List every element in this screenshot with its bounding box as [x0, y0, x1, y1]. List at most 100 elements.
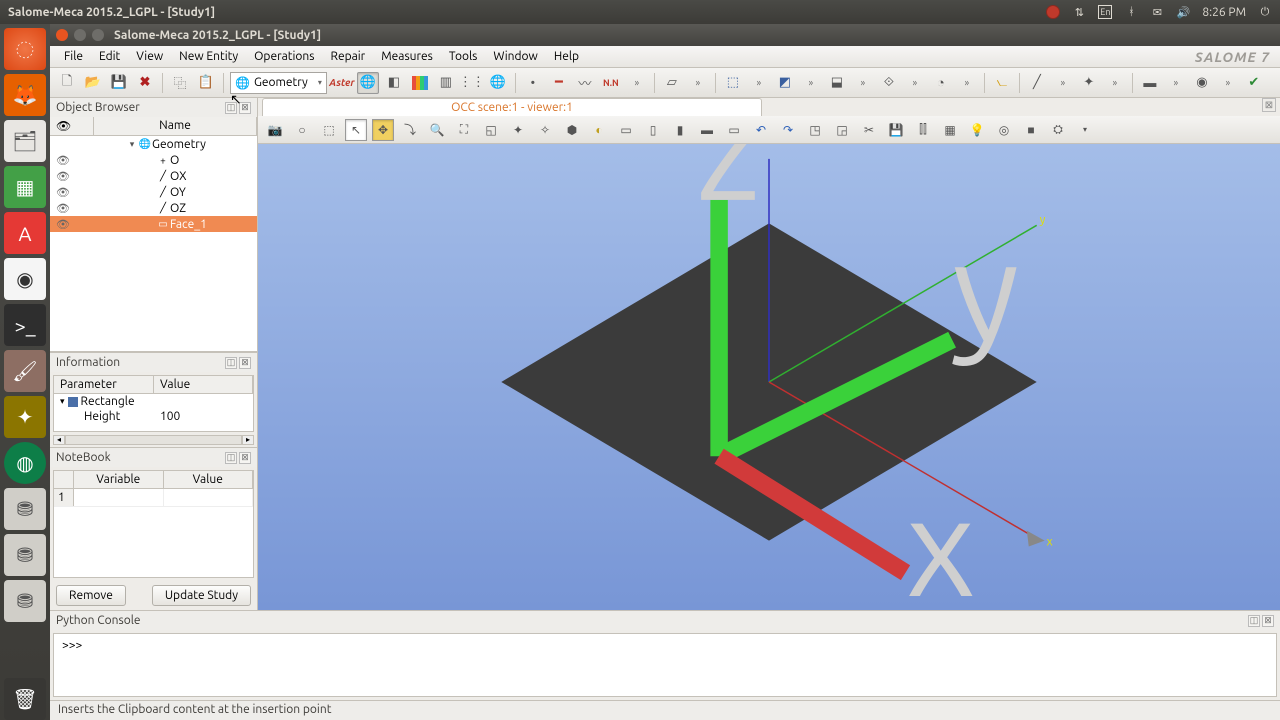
clipping-icon[interactable]: ✂ [858, 119, 880, 141]
module-color-icon[interactable] [409, 72, 431, 94]
fit-all-icon[interactable]: ⛶ [453, 119, 475, 141]
tree-item-ox[interactable]: 👁 ╱ OX [50, 168, 257, 184]
tree-item-oy[interactable]: 👁 ╱ OY [50, 184, 257, 200]
volume-icon[interactable]: 🔊 [1176, 5, 1190, 19]
menu-measures[interactable]: Measures [373, 48, 441, 65]
session-icon[interactable]: ⏻ [1258, 5, 1272, 19]
menu-help[interactable]: Help [546, 48, 587, 65]
plane-icon[interactable]: ▱ [661, 72, 683, 94]
menu-repair[interactable]: Repair [323, 48, 374, 65]
menu-new-entity[interactable]: New Entity [171, 48, 246, 65]
globe-icon[interactable]: ◉ [1191, 72, 1213, 94]
ob-tree[interactable]: ▾ 🌐 Geometry 👁 + O 👁 ╱ OX [50, 136, 257, 351]
global-pan-icon[interactable]: ✦ [507, 119, 529, 141]
rotate-cw-icon[interactable]: ↷ [777, 119, 799, 141]
module-icon-5[interactable]: 🌐 [487, 72, 509, 94]
open-icon[interactable]: 📂 [82, 72, 104, 94]
geometry-module-icon[interactable]: 🌐 [357, 72, 379, 94]
bluetooth-icon[interactable]: ᚼ [1124, 5, 1138, 19]
menu-operations[interactable]: Operations [246, 48, 322, 65]
check-icon[interactable]: ✔ [1243, 72, 1265, 94]
nb-variable-cell[interactable] [74, 489, 164, 506]
chrome-icon[interactable]: ◉ [4, 258, 46, 300]
info-pin-icon[interactable]: ◫ [225, 357, 237, 369]
view-right-icon[interactable]: ▮ [669, 119, 691, 141]
window-close-button[interactable] [56, 29, 68, 41]
curve-icon[interactable]: 〰 [574, 72, 596, 94]
nb-close-icon[interactable]: ⊠ [239, 452, 251, 464]
console-close-icon[interactable]: ⊠ [1262, 615, 1274, 627]
module-icon-3[interactable]: ▥ [435, 72, 457, 94]
gimp-icon[interactable]: 🖌 [4, 350, 46, 392]
zoom-icon[interactable]: 🔍 [426, 119, 448, 141]
rotate-ccw-icon[interactable]: ↶ [750, 119, 772, 141]
dropdown-icon[interactable]: ▾ [1074, 119, 1096, 141]
select-icon[interactable]: ⬚ [318, 119, 340, 141]
pan-icon[interactable]: ✥ [372, 119, 394, 141]
rotate-icon[interactable]: ⤵ [399, 119, 421, 141]
edge-icon[interactable]: ╱ [1026, 72, 1048, 94]
info-close-icon[interactable]: ⊠ [239, 357, 251, 369]
3d-viewport[interactable]: y x z y x [258, 144, 1280, 610]
face-icon[interactable]: ▬ [1139, 72, 1161, 94]
view-top-icon[interactable]: ▭ [615, 119, 637, 141]
expand-1[interactable]: » [626, 72, 648, 94]
ob-col-name[interactable]: Name [94, 117, 257, 135]
menu-edit[interactable]: Edit [91, 48, 128, 65]
memorize-icon[interactable]: 💾 [885, 119, 907, 141]
console-pin-icon[interactable]: ◫ [1248, 615, 1260, 627]
disk-icon-3[interactable]: ⛃ [4, 580, 46, 622]
files-icon[interactable]: 🗂 [4, 120, 46, 162]
fit-rect-icon[interactable]: ◱ [480, 119, 502, 141]
scaling-icon[interactable]: ▦ [939, 119, 961, 141]
menu-view[interactable]: View [128, 48, 171, 65]
disk-icon-1[interactable]: ⛃ [4, 488, 46, 530]
ortho-icon[interactable]: ◳ [804, 119, 826, 141]
libreoffice-calc-icon[interactable]: ▦ [4, 166, 46, 208]
expand-2[interactable]: » [687, 72, 709, 94]
new-doc-icon[interactable]: 🗋 [56, 72, 78, 94]
copy-icon[interactable]: ⿻ [169, 72, 191, 94]
point-icon[interactable]: • [522, 72, 544, 94]
menu-tools[interactable]: Tools [441, 48, 486, 65]
graduated-axis-icon[interactable]: ⫿⫿ [912, 119, 934, 141]
info-horizontal-scrollbar[interactable]: ◂▸ [53, 435, 254, 445]
disk-icon-2[interactable]: ⛃ [4, 534, 46, 576]
ob-pin-icon[interactable]: ◫ [225, 102, 237, 114]
view-back-icon[interactable]: ▭ [723, 119, 745, 141]
notebook-table[interactable]: Variable Value 1 [53, 470, 254, 578]
red-label-icon[interactable]: N.N [600, 72, 622, 94]
dash-icon[interactable]: ◌ [4, 28, 46, 70]
viewer-tab-close-icon[interactable]: ⊠ [1262, 98, 1276, 112]
clock[interactable]: 8:26 PM [1202, 6, 1246, 19]
tree-item-o[interactable]: 👁 + O [50, 152, 257, 168]
keyboard-layout-indicator[interactable]: En [1098, 5, 1112, 19]
expand-9[interactable]: » [1104, 72, 1126, 94]
menu-window[interactable]: Window [485, 48, 545, 65]
expand-11[interactable]: » [1217, 72, 1239, 94]
expand-4[interactable]: » [800, 72, 822, 94]
tree-item-face1[interactable]: 👁 ▭ Face_1 [50, 216, 257, 232]
extrude-icon[interactable]: ⬓ [826, 72, 848, 94]
rotation-point-icon[interactable]: ✧ [534, 119, 556, 141]
module-icon-2[interactable]: ◧ [383, 72, 405, 94]
nb-value-cell[interactable] [164, 489, 254, 506]
expand-7[interactable]: » [956, 72, 978, 94]
nb-pin-icon[interactable]: ◫ [225, 452, 237, 464]
tree-item-oz[interactable]: 👁 ╱ OZ [50, 200, 257, 216]
hwinfo-icon[interactable]: ◍ [4, 442, 46, 484]
angle-icon[interactable]: ⦦ [991, 72, 1013, 94]
light-icon[interactable]: 💡 [966, 119, 988, 141]
expand-5[interactable]: » [852, 72, 874, 94]
info-row-rectangle[interactable]: ▾ Rectangle [54, 394, 253, 409]
update-indicator-icon[interactable] [1046, 5, 1060, 19]
module-selector[interactable]: 🌐 Geometry [230, 72, 327, 94]
ray-icon[interactable]: ◎ [993, 119, 1015, 141]
menu-file[interactable]: File [56, 48, 91, 65]
transform-icon[interactable]: ⟐ [878, 72, 900, 94]
save-icon[interactable]: 💾 [108, 72, 130, 94]
salome-icon[interactable]: ✦ [4, 396, 46, 438]
nb-col-value[interactable]: Value [164, 471, 254, 488]
trash-icon[interactable]: 🗑 [4, 678, 46, 720]
view-front-icon[interactable]: ◐ [588, 119, 610, 141]
